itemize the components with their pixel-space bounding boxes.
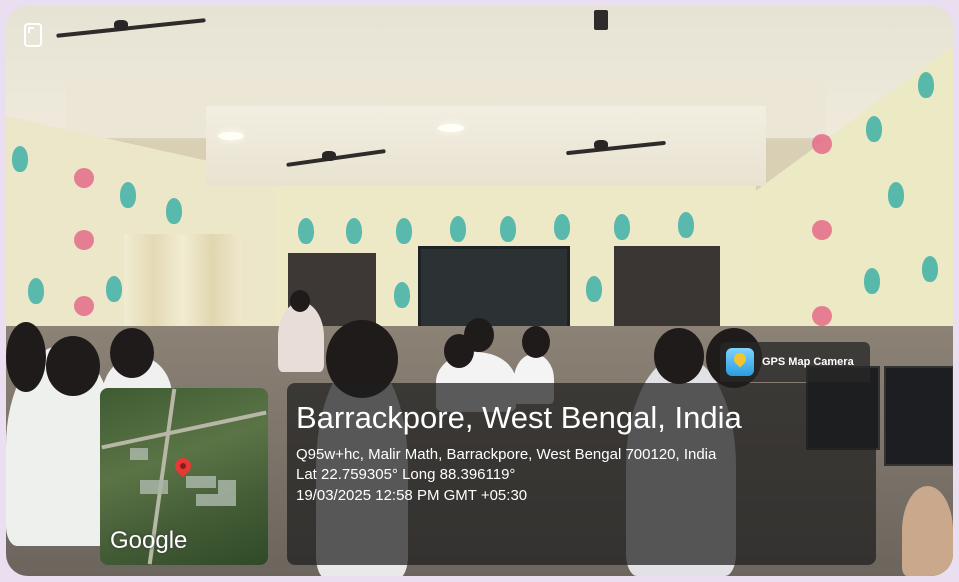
map-road <box>101 410 267 450</box>
wall-motif-pink <box>74 168 94 188</box>
wall-motif <box>120 182 136 208</box>
wall-motif <box>586 276 602 302</box>
inner-ceiling <box>206 106 766 186</box>
google-logo: Google <box>110 527 188 554</box>
address-line: Q95w+hc, Malir Math, Barrackpore, West B… <box>296 446 717 463</box>
wall-motif <box>166 198 182 224</box>
person-head <box>654 328 704 384</box>
person-head <box>110 328 154 378</box>
wall-motif <box>450 216 466 242</box>
wall-motif-pink <box>812 306 832 326</box>
person-head <box>522 326 550 358</box>
ceiling-light <box>218 132 244 140</box>
presenter <box>278 302 324 372</box>
wall-motif <box>614 214 630 240</box>
ceiling-fan-hub <box>322 151 336 161</box>
ceiling-fan <box>594 10 608 30</box>
map-building <box>186 476 216 488</box>
wall-motif <box>106 276 122 302</box>
map-pin-icon <box>171 454 195 478</box>
coordinates-line: Lat 22.759305° Long 88.396119° <box>296 466 516 483</box>
wall-motif-pink <box>74 230 94 250</box>
map-building <box>130 448 148 460</box>
gps-map-camera-badge: GPS Map Camera <box>720 342 870 382</box>
ceiling-fan-hub <box>114 20 128 30</box>
wall-motif <box>554 214 570 240</box>
wall-motif <box>678 212 694 238</box>
map-building <box>140 480 168 494</box>
wall-motif-pink <box>74 296 94 316</box>
satellite-map-thumbnail: Google <box>100 388 268 565</box>
wall-motif <box>12 146 28 172</box>
wall-motif <box>28 278 44 304</box>
computer-monitor <box>884 366 953 466</box>
wall-motif <box>888 182 904 208</box>
map-building <box>196 494 218 506</box>
map-building <box>218 480 236 506</box>
wall-motif <box>866 116 882 142</box>
person-head <box>6 322 46 392</box>
wall-motif <box>298 218 314 244</box>
student-arm <box>902 486 953 576</box>
person-head <box>46 336 100 396</box>
wall-motif <box>864 268 880 294</box>
wall-motif <box>394 282 410 308</box>
wall-motif <box>396 218 412 244</box>
gps-map-camera-logo-icon <box>726 348 754 376</box>
wall-motif-pink <box>812 220 832 240</box>
gps-brand-label: GPS Map Camera <box>762 356 854 368</box>
ceiling-fan-hub <box>594 140 608 150</box>
wall-motif <box>500 216 516 242</box>
wall-motif <box>918 72 934 98</box>
wall-motif-pink <box>812 134 832 154</box>
place-title: Barrackpore, West Bengal, India <box>296 400 742 435</box>
wall-motif <box>922 256 938 282</box>
timestamp-line: 19/03/2025 12:58 PM GMT +05:30 <box>296 487 528 504</box>
ceiling-light <box>438 124 464 132</box>
corner-frame-icon[interactable] <box>24 23 42 47</box>
person-head <box>464 318 494 352</box>
wall-motif <box>346 218 362 244</box>
person-head <box>290 290 310 312</box>
